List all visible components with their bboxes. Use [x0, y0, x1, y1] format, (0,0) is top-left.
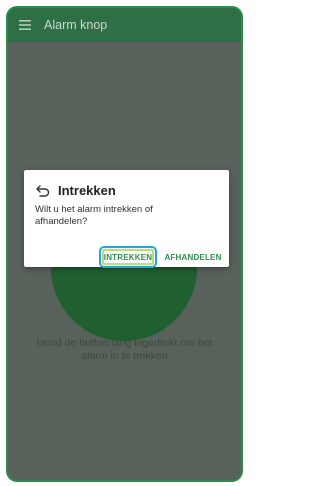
hint-text: Houd de button lang ingedrukt om het ala…	[8, 337, 241, 363]
dialog-message-line-2: afhandelen?	[35, 215, 88, 227]
withdraw-dialog: Intrekken Wilt u het alarm intrekken of …	[24, 170, 229, 268]
handle-button[interactable]: AFHANDELEN	[164, 246, 221, 268]
app-title: Alarm knop	[44, 18, 108, 32]
dialog-message: Wilt u het alarm intrekken of afhandelen…	[35, 204, 195, 227]
phone-screen: Alarm knop Houd de button lang ingedrukt…	[6, 6, 243, 482]
hamburger-menu-icon[interactable]	[12, 8, 38, 42]
undo-icon	[35, 184, 51, 198]
withdraw-button[interactable]: INTREKKEN	[99, 246, 157, 268]
dialog-title: Intrekken	[58, 183, 116, 198]
dialog-message-line-1: Wilt u het alarm intrekken of	[35, 204, 153, 215]
dialog-header: Intrekken	[35, 183, 116, 198]
hint-line-1: Houd de button lang ingedrukt om het	[36, 337, 213, 349]
app-bar: Alarm knop	[8, 8, 241, 42]
hint-line-2: alarm in te trekken	[81, 350, 168, 362]
